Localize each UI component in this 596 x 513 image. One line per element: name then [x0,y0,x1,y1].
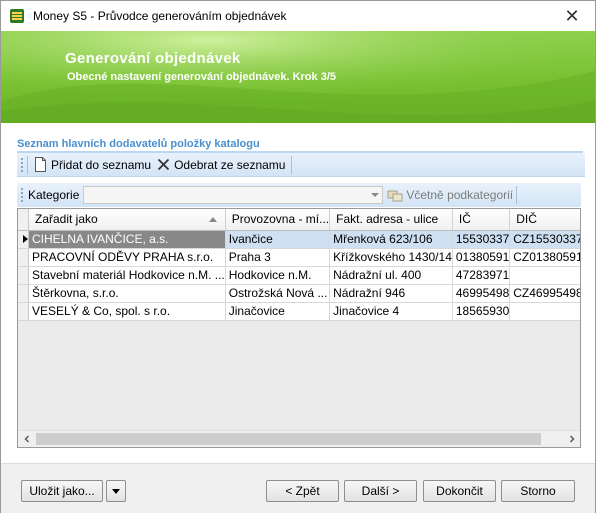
table-cell[interactable]: 15530337 [452,230,511,249]
row-indicator [18,266,29,285]
column-header[interactable]: DIČ [509,209,580,231]
row-indicator [18,302,29,321]
grid-scroll-area: Zařadit jako Provozovna - mí... Fakt. ad… [18,209,580,321]
new-document-icon [35,157,46,172]
current-row-arrow-icon [23,235,28,243]
title-bar: Money S5 - Průvodce generováním objednáv… [1,1,595,31]
column-header[interactable]: Provozovna - mí... [225,209,331,231]
folder-tree-icon [387,190,403,202]
table-cell[interactable]: PRACOVNÍ ODĚVY PRAHA s.r.o. [28,248,226,267]
column-header[interactable]: IČ [452,209,511,231]
table-row[interactable]: PRACOVNÍ ODĚVY PRAHA s.r.o. Praha 3 Kříž… [18,248,580,267]
list-toolbar: Přidat do seznamu Odebrat ze seznamu [17,153,585,177]
wizard-window: Money S5 - Průvodce generováním objednáv… [0,0,596,513]
table-cell[interactable]: Nádražní ul. 400 [329,266,453,285]
category-label: Kategorie [28,188,80,202]
scroll-right-button[interactable] [563,431,580,447]
remove-from-list-label: Odebrat ze seznamu [174,157,286,172]
category-select[interactable] [83,186,384,204]
wizard-button-bar: Uložit jako... < Zpět Další > Dokončit S… [1,463,595,513]
chevron-left-icon [24,435,29,443]
save-as-dropdown-button[interactable] [106,480,126,502]
back-button[interactable]: < Zpět [266,480,339,502]
horizontal-scrollbar[interactable] [18,430,580,447]
chevron-right-icon [569,435,574,443]
table-cell[interactable]: CZ15530337 [509,230,580,249]
add-to-list-button[interactable]: Přidat do seznamu [31,155,154,175]
table-cell[interactable]: CIHELNA IVANČICE, a.s. [28,230,226,249]
finish-button[interactable]: Dokončit [423,480,496,502]
table-cell[interactable]: Jinačovice [225,302,331,321]
close-icon: ✕ [564,5,580,26]
table-cell[interactable]: Jinačovice 4 [329,302,453,321]
delete-x-icon [157,158,170,171]
table-cell[interactable]: Nádražní 946 [329,284,453,303]
column-header[interactable]: Zařadit jako [28,209,226,231]
table-row[interactable]: VESELÝ & Co, spol. s r.o. Jinačovice Jin… [18,302,580,321]
table-cell[interactable]: Ivančice [225,230,331,249]
table-cell[interactable]: Křížkovského 1430/14 [329,248,453,267]
table-cell[interactable]: 18565930 [452,302,511,321]
row-indicator [18,248,29,267]
suppliers-grid[interactable]: Zařadit jako Provozovna - mí... Fakt. ad… [17,208,581,448]
table-cell[interactable]: 01380591 [452,248,511,267]
scroll-thumb[interactable] [36,433,541,445]
table-cell[interactable]: CZ46995498 [509,284,580,303]
cancel-button[interactable]: Storno [501,480,575,502]
money-app-icon [10,9,24,23]
table-row[interactable]: CIHELNA IVANČICE, a.s. Ivančice Mřenková… [18,230,580,249]
table-cell[interactable]: 46995498 [452,284,511,303]
table-cell[interactable]: Ostrožská Nová ... [225,284,331,303]
section-title: Seznam hlavních dodavatelů položky katal… [17,138,260,150]
toolbar-separator [516,186,518,204]
sort-ascending-icon [208,217,217,222]
scroll-left-button[interactable] [18,431,35,447]
table-row[interactable]: Štěrkovna, s.r.o. Ostrožská Nová ... Nád… [18,284,580,303]
wizard-banner: Generování objednávek Obecné nastavení g… [1,31,595,123]
chevron-down-icon [371,193,380,197]
column-header[interactable]: Fakt. adresa - ulice [329,209,453,231]
table-cell[interactable] [509,266,580,285]
category-filter-bar: Kategorie Včetně podkategorií [17,183,581,207]
save-as-button[interactable]: Uložit jako... [21,480,103,502]
chevron-down-icon [112,488,120,494]
table-cell[interactable]: 47283971 [452,266,511,285]
row-indicator [18,284,29,303]
table-cell[interactable]: Štěrkovna, s.r.o. [28,284,226,303]
row-indicator [18,230,29,249]
table-header-row: Zařadit jako Provozovna - mí... Fakt. ad… [18,209,580,231]
table-cell[interactable] [509,302,580,321]
include-subcategories-button[interactable]: Včetně podkategorií [387,188,513,202]
filter-grip[interactable] [21,188,24,202]
table-cell[interactable]: VESELÝ & Co, spol. s r.o. [28,302,226,321]
suppliers-table: Zařadit jako Provozovna - mí... Fakt. ad… [18,209,580,321]
next-button[interactable]: Další > [344,480,417,502]
banner-subtitle: Obecné nastavení generování objednávek. … [67,71,336,83]
row-indicator-header [18,209,29,231]
table-cell[interactable]: Mřenková 623/106 [329,230,453,249]
table-cell[interactable]: CZ01380591 [509,248,580,267]
table-cell[interactable]: Hodkovice n.M. [225,266,331,285]
banner-title: Generování objednávek [65,50,241,67]
include-subcategories-label: Včetně podkategorií [406,188,514,202]
window-title: Money S5 - Průvodce generováním objednáv… [33,9,287,23]
toolbar-grip[interactable] [21,157,24,172]
table-row[interactable]: Stavební materiál Hodkovice n.M. ... Hod… [18,266,580,285]
close-button[interactable]: ✕ [549,1,595,31]
table-cell[interactable]: Praha 3 [225,248,331,267]
table-cell[interactable]: Stavební materiál Hodkovice n.M. ... [28,266,226,285]
toolbar-separator [27,155,28,174]
remove-from-list-button[interactable]: Odebrat ze seznamu [154,155,288,175]
toolbar-separator [291,155,293,174]
add-to-list-label: Přidat do seznamu [51,157,152,172]
